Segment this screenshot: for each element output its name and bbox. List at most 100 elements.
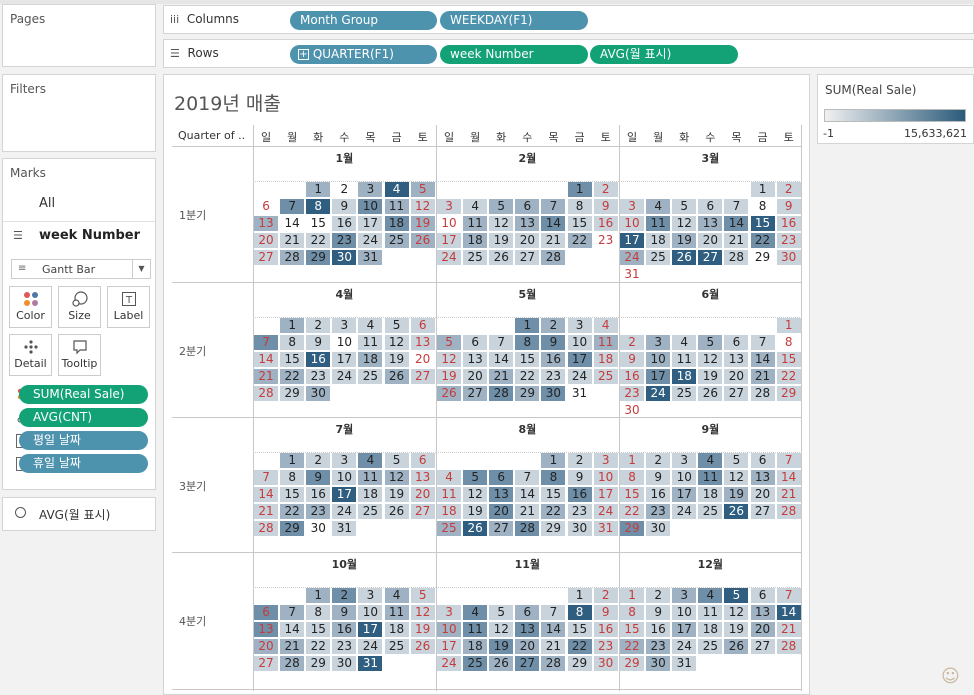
calendar-day-cell[interactable]: 12 — [384, 470, 409, 485]
calendar-day-cell[interactable]: 18 — [437, 504, 462, 519]
calendar-day-cell[interactable]: 13 — [750, 605, 775, 620]
calendar-day-cell[interactable]: 18 — [384, 622, 409, 637]
calendar-day-cell[interactable]: 16 — [332, 622, 357, 637]
calendar-day-cell[interactable]: 27 — [750, 504, 775, 519]
calendar-day-cell[interactable]: 16 — [306, 352, 331, 367]
calendar-day-cell[interactable]: 19 — [672, 233, 697, 248]
calendar-day-cell[interactable]: 24 — [593, 504, 618, 519]
calendar-day-cell[interactable]: 19 — [489, 639, 514, 654]
calendar-day-cell[interactable]: 3 — [593, 453, 618, 468]
calendar-day-cell[interactable]: 28 — [254, 521, 279, 536]
calendar-day-cell[interactable]: 19 — [410, 622, 435, 637]
calendar-day-cell[interactable]: 20 — [411, 352, 435, 367]
calendar-day-cell[interactable]: 7 — [280, 605, 305, 620]
calendar-day-cell[interactable]: 23 — [594, 233, 618, 248]
calendar-day-cell[interactable]: 22 — [620, 504, 645, 519]
calendar-day-cell[interactable]: 1 — [306, 182, 331, 197]
calendar-day-cell[interactable]: 10 — [332, 470, 357, 485]
calendar-day-cell[interactable]: 24 — [672, 504, 697, 519]
calendar-day-cell[interactable]: 8 — [306, 199, 331, 214]
calendar-day-cell[interactable]: 5 — [724, 588, 749, 603]
calendar-day-cell[interactable]: 10 — [332, 335, 356, 350]
calendar-day-cell[interactable]: 27 — [698, 250, 723, 265]
calendar-day-cell[interactable]: 30 — [776, 250, 801, 265]
calendar-day-cell[interactable]: 6 — [254, 199, 278, 214]
calendar-day-cell[interactable]: 8 — [280, 335, 305, 350]
calendar-day-cell[interactable]: 9 — [646, 605, 671, 620]
calendar-day-cell[interactable]: 11 — [698, 605, 723, 620]
calendar-day-cell[interactable]: 20 — [410, 487, 435, 502]
calendar-day-cell[interactable]: 29 — [776, 386, 801, 401]
marks-week-number-row[interactable]: ☰ week Number — [3, 226, 155, 246]
calendar-day-cell[interactable]: 11 — [646, 216, 671, 231]
calendar-day-cell[interactable]: 7 — [280, 199, 305, 214]
calendar-day-cell[interactable]: 21 — [254, 369, 279, 384]
calendar-day-cell[interactable]: 24 — [358, 639, 383, 654]
calendar-day-cell[interactable]: 24 — [646, 386, 671, 401]
calendar-day-cell[interactable]: 5 — [463, 470, 488, 485]
calendar-day-cell[interactable]: 15 — [567, 216, 592, 231]
calendar-day-cell[interactable]: 2 — [646, 453, 671, 468]
calendar-day-cell[interactable]: 5 — [410, 588, 435, 603]
calendar-day-cell[interactable]: 17 — [358, 622, 383, 637]
calendar-day-cell[interactable]: 9 — [567, 470, 592, 485]
calendar-day-cell[interactable]: 7 — [724, 199, 749, 214]
calendar-day-cell[interactable]: 16 — [646, 487, 671, 502]
calendar-day-cell[interactable]: 15 — [776, 352, 801, 367]
calendar-day-cell[interactable]: 20 — [254, 233, 279, 248]
marks-all-row[interactable]: All — [3, 194, 155, 214]
calendar-day-cell[interactable]: 2 — [646, 588, 671, 603]
calendar-day-cell[interactable]: 2 — [306, 318, 331, 333]
calendar-day-cell[interactable]: 13 — [750, 470, 775, 485]
calendar-day-cell[interactable]: 11 — [698, 470, 723, 485]
calendar-day-cell[interactable]: 15 — [541, 487, 566, 502]
calendar-day-cell[interactable]: 19 — [724, 622, 749, 637]
calendar-day-cell[interactable]: 18 — [463, 639, 488, 654]
calendar-day-cell[interactable]: 12 — [410, 605, 435, 620]
calendar-day-cell[interactable]: 2 — [593, 182, 618, 197]
calendar-day-cell[interactable]: 22 — [750, 233, 775, 248]
calendar-day-cell[interactable]: 29 — [280, 521, 305, 536]
calendar-day-cell[interactable]: 24 — [358, 233, 383, 248]
calendar-day-cell[interactable]: 1 — [280, 453, 305, 468]
calendar-day-cell[interactable]: 14 — [724, 216, 749, 231]
calendar-day-cell[interactable]: 14 — [280, 622, 305, 637]
calendar-day-cell[interactable]: 20 — [750, 487, 775, 502]
calendar-day-cell[interactable]: 11 — [437, 487, 462, 502]
calendar-day-cell[interactable]: 25 — [358, 504, 383, 519]
calendar-day-cell[interactable]: 9 — [332, 605, 357, 620]
calendar-day-cell[interactable]: 17 — [672, 487, 697, 502]
calendar-day-cell[interactable]: 22 — [280, 504, 305, 519]
calendar-day-cell[interactable]: 16 — [593, 216, 618, 231]
calendar-day-cell[interactable]: 19 — [410, 216, 435, 231]
calendar-day-cell[interactable]: 28 — [724, 250, 749, 265]
calendar-day-cell[interactable]: 15 — [306, 622, 331, 637]
calendar-day-cell[interactable]: 9 — [306, 470, 331, 485]
calendar-day-cell[interactable]: 9 — [776, 199, 801, 214]
calendar-day-cell[interactable]: 18 — [646, 233, 671, 248]
calendar-day-cell[interactable]: 7 — [541, 605, 566, 620]
calendar-day-cell[interactable]: 1 — [776, 318, 801, 333]
calendar-day-cell[interactable]: 16 — [593, 622, 618, 637]
calendar-day-cell[interactable]: 6 — [724, 335, 749, 350]
calendar-day-cell[interactable]: 25 — [698, 504, 723, 519]
calendar-day-cell[interactable]: 13 — [724, 352, 749, 367]
calendar-day-cell[interactable]: 31 — [358, 250, 383, 265]
calendar-day-cell[interactable]: 22 — [541, 504, 566, 519]
calendar-day-cell[interactable]: 4 — [698, 453, 723, 468]
calendar-day-cell[interactable]: 26 — [724, 639, 749, 654]
calendar-day-cell[interactable]: 24 — [437, 250, 462, 265]
calendar-day-cell[interactable]: 10 — [437, 622, 462, 637]
calendar-day-cell[interactable]: 11 — [358, 335, 383, 350]
calendar-day-cell[interactable]: 3 — [672, 588, 697, 603]
calendar-day-cell[interactable]: 21 — [541, 639, 566, 654]
calendar-day-cell[interactable]: 13 — [515, 622, 540, 637]
calendar-day-cell[interactable]: 29 — [306, 656, 331, 671]
calendar-day-cell[interactable]: 29 — [541, 521, 566, 536]
calendar-day-cell[interactable]: 21 — [489, 369, 514, 384]
calendar-day-cell[interactable]: 26 — [410, 639, 435, 654]
calendar-day-cell[interactable]: 3 — [332, 453, 357, 468]
calendar-day-cell[interactable]: 3 — [437, 199, 462, 214]
rows-pill-avg-month[interactable]: AVG(월 표시) — [590, 45, 738, 64]
calendar-day-cell[interactable]: 26 — [489, 250, 514, 265]
